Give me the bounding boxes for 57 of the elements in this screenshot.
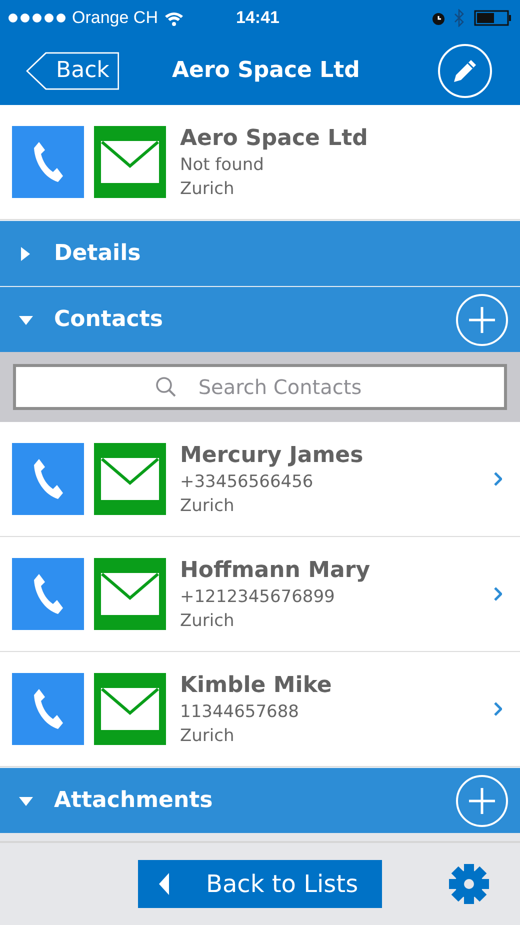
edit-button[interactable] xyxy=(438,44,492,98)
contact-name: Kimble Mike xyxy=(180,672,333,698)
phone-icon xyxy=(31,457,65,501)
bluetooth-icon xyxy=(454,9,464,27)
phone-icon xyxy=(31,687,65,731)
carrier-name: Orange CH xyxy=(72,8,158,28)
contact-row[interactable]: Mercury James +33456566456 Zurich xyxy=(0,422,520,537)
signal-icon xyxy=(8,13,66,23)
chevron-icon xyxy=(494,587,502,601)
envelope-icon xyxy=(100,457,160,501)
envelope-icon xyxy=(100,140,160,184)
contact-phone: Not found xyxy=(180,154,265,174)
contact-name: Hoffmann Mary xyxy=(180,558,372,582)
email-button[interactable] xyxy=(94,558,166,630)
nav-title: Aero Space Ltd xyxy=(172,58,360,83)
email-button[interactable] xyxy=(94,673,166,745)
contact-row[interactable]: Aero Space Ltd Not found Zurich xyxy=(0,105,520,220)
battery-icon xyxy=(474,10,512,26)
call-button[interactable] xyxy=(12,673,84,745)
triangle-left-icon xyxy=(158,872,170,896)
contact-phone: 11344657688 xyxy=(180,702,300,722)
contact-city: Zurich xyxy=(180,178,236,198)
section-header[interactable]: Contacts xyxy=(0,286,520,352)
contact-row[interactable]: Hoffmann Mary +1212345676899 Zurich xyxy=(0,537,520,652)
contact-name: Aero Space Ltd xyxy=(180,126,369,150)
back-to-lists-button[interactable]: Back to Lists xyxy=(138,860,382,908)
status-time: 14:41 xyxy=(236,8,280,28)
call-button[interactable] xyxy=(12,443,84,515)
add-button[interactable] xyxy=(456,294,508,346)
envelope-icon xyxy=(100,572,160,616)
settings-icon[interactable] xyxy=(448,863,490,905)
chevron-icon xyxy=(494,702,502,716)
phone-icon xyxy=(31,572,65,616)
call-button[interactable] xyxy=(12,126,84,198)
wifi-icon xyxy=(164,10,184,26)
contact-city: Zurich xyxy=(180,610,236,630)
phone-icon xyxy=(31,140,65,184)
contact-phone: +1212345676899 xyxy=(180,586,336,606)
plus-icon xyxy=(467,304,497,334)
back-button[interactable]: Back xyxy=(26,52,120,90)
section-header[interactable]: Attachments xyxy=(0,767,520,833)
envelope-icon xyxy=(100,687,160,731)
section-header[interactable]: Details xyxy=(0,220,520,286)
contact-city: Zurich xyxy=(180,726,236,746)
contact-phone: +33456566456 xyxy=(180,472,314,492)
contact-name: Mercury James xyxy=(180,442,364,468)
plus-icon xyxy=(467,786,497,816)
call-button[interactable] xyxy=(12,558,84,630)
email-button[interactable] xyxy=(94,443,166,515)
chevron-icon xyxy=(494,472,502,486)
email-button[interactable] xyxy=(94,126,166,198)
contact-row[interactable]: Kimble Mike 11344657688 Zurich xyxy=(0,652,520,767)
add-button[interactable] xyxy=(456,774,508,826)
alarm-icon xyxy=(431,10,446,26)
search-icon xyxy=(155,376,177,398)
search-field[interactable]: Search Contacts xyxy=(13,364,507,410)
contact-city: Zurich xyxy=(180,496,236,516)
